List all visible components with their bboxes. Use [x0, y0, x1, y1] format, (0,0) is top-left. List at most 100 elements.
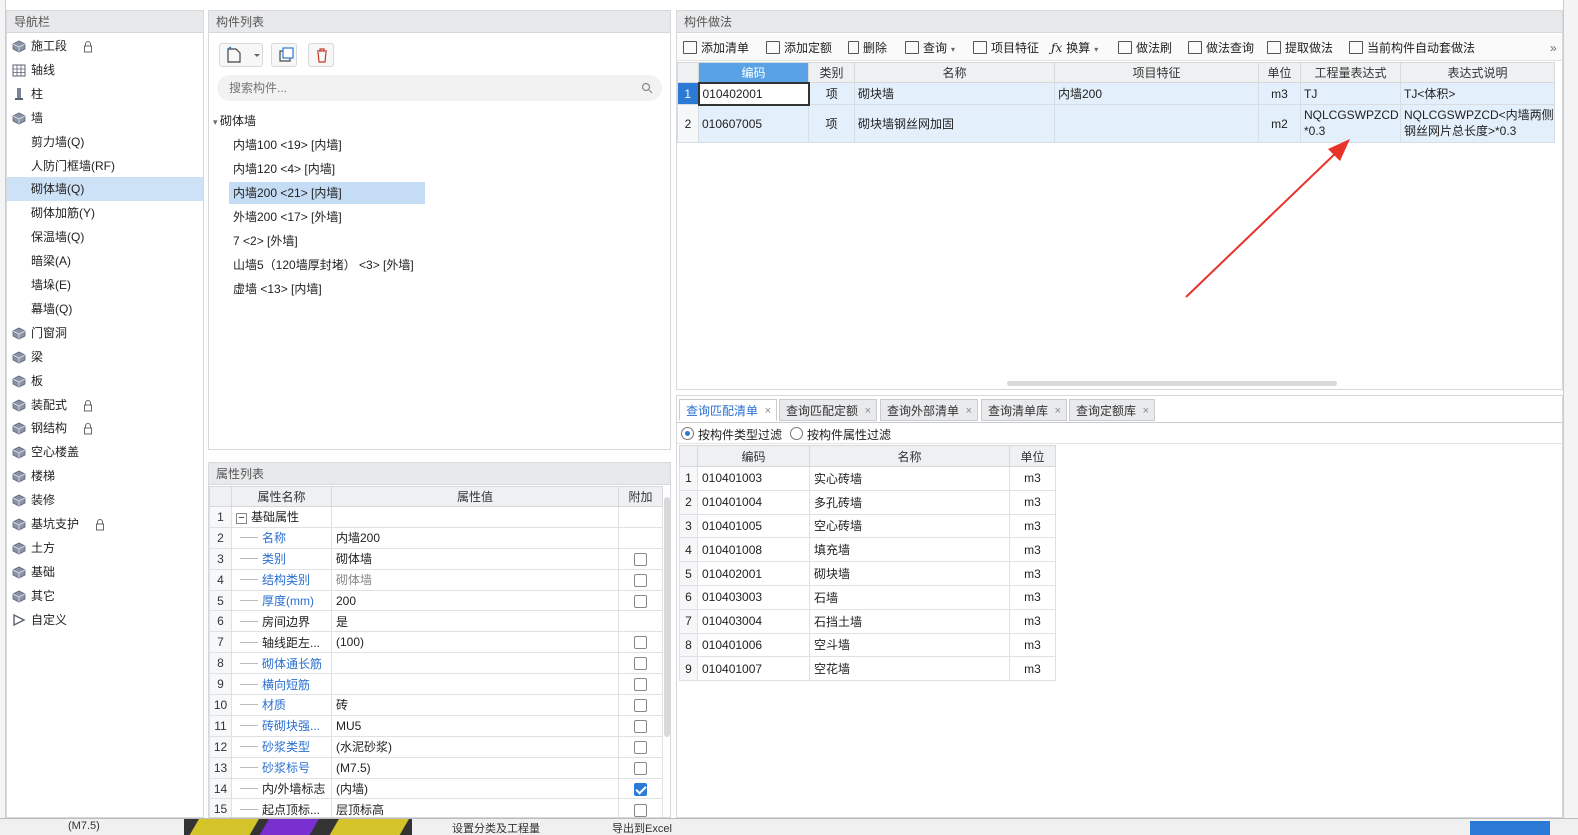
nav-item[interactable]: 施工段	[7, 34, 203, 58]
cell-code[interactable]: 010401005	[697, 513, 810, 539]
query-row[interactable]: 6 010403003 石墙 m3	[679, 584, 1056, 610]
component-item[interactable]: 虚墙 <13> [内墙]	[229, 278, 425, 300]
query-tab[interactable]: 查询定额库 ×	[1069, 399, 1156, 421]
nav-item[interactable]: 钢结构	[7, 416, 203, 440]
extra-checkbox[interactable]	[634, 552, 647, 566]
cell-code[interactable]: 010402001	[697, 81, 810, 106]
property-value[interactable]	[331, 673, 619, 696]
nav-item[interactable]: 土方	[7, 536, 203, 560]
toolbar-button[interactable]: 查询 ▾	[905, 35, 955, 61]
nav-item[interactable]: 楼梯	[7, 464, 203, 488]
nav-item[interactable]: 墙垛(E)	[7, 273, 203, 297]
property-row[interactable]: 2 名称 内墙200	[209, 526, 663, 549]
cell-unit[interactable]: m3	[1258, 82, 1301, 105]
query-row[interactable]: 8 010401006 空斗墙 m3	[679, 632, 1056, 658]
property-row[interactable]: 14 内/外墙标志 (内墙)	[209, 777, 663, 800]
close-icon[interactable]: ×	[865, 400, 871, 422]
cell-code[interactable]: 010401007	[697, 656, 810, 682]
cell-name[interactable]: 砌块墙钢丝网加固	[854, 104, 1055, 143]
nav-item[interactable]: 轴线	[7, 58, 203, 82]
delete-component-button[interactable]	[308, 43, 334, 67]
property-row[interactable]: 10 材质砖	[209, 694, 663, 716]
property-row[interactable]: 9 横向短筋	[209, 673, 663, 696]
toolbar-button[interactable]: ƒx 换算 ▾	[1051, 35, 1098, 61]
property-row[interactable]: 12 砂浆类型 (水泥砂浆)	[209, 735, 663, 758]
toolbar-button[interactable]: 提取做法	[1267, 35, 1333, 61]
cell-code[interactable]: 010401003	[697, 466, 810, 491]
property-value[interactable]: (水泥砂浆)	[331, 735, 619, 758]
nav-item[interactable]: 保温墙(Q)	[7, 225, 203, 249]
toolbar-button[interactable]: 项目特征	[973, 35, 1039, 61]
cell-code[interactable]: 010403004	[697, 608, 810, 634]
cell-unit[interactable]: m3	[1009, 537, 1056, 563]
component-item[interactable]: 山墙5（120墙厚封堵） <3> [外墙]	[229, 254, 425, 276]
extra-checkbox[interactable]	[634, 782, 647, 796]
filter-attr-radio[interactable]	[790, 427, 803, 440]
nav-item[interactable]: 砌体加筋(Y)	[7, 201, 203, 225]
toolbar-button[interactable]: 做法查询	[1188, 35, 1254, 61]
query-tab[interactable]: 查询匹配定额 ×	[779, 399, 878, 422]
property-value[interactable]: 是	[331, 610, 619, 633]
toolbar-button[interactable]: 添加定额	[766, 35, 832, 61]
cell-expression-desc[interactable]: TJ<体积>	[1400, 82, 1555, 105]
property-value[interactable]: 砌体墙	[331, 547, 619, 570]
property-value[interactable]	[331, 506, 619, 528]
cell-code[interactable]: 010402001	[697, 561, 810, 586]
property-row[interactable]: 11 砖砌块强... MU5	[209, 714, 663, 737]
filter-attr-label[interactable]: 按构件属性过滤	[807, 426, 891, 443]
extra-checkbox[interactable]	[634, 678, 647, 692]
cell-expression-desc[interactable]: NQLCGSWPZCD<内墙两侧钢丝网片总长度>*0.3	[1400, 104, 1555, 143]
method-hscrollbar[interactable]	[1007, 381, 1337, 386]
cell-code[interactable]: 010401008	[697, 537, 810, 563]
property-row[interactable]: 5 厚度(mm) 200	[209, 589, 663, 612]
nav-item[interactable]: 空心楼盖	[7, 440, 203, 464]
toolbar-button[interactable]: 删除	[848, 35, 887, 61]
query-tab[interactable]: 查询清单库 ×	[981, 399, 1068, 422]
nav-item[interactable]: 砌体墙(Q)	[7, 177, 203, 202]
col-expression-desc[interactable]: 表达式说明	[1400, 62, 1555, 83]
property-row[interactable]: 7 轴线距左... (100)	[209, 631, 663, 654]
copy-component-button[interactable]	[271, 43, 297, 67]
property-value[interactable]: 200	[331, 589, 619, 612]
cell-unit[interactable]: m3	[1009, 489, 1056, 515]
property-row[interactable]: 13 砂浆标号 (M7.5)	[209, 756, 663, 779]
cell-unit[interactable]: m3	[1009, 584, 1056, 610]
cell-code[interactable]: 010607005	[698, 104, 809, 143]
property-value[interactable]: (M7.5)	[331, 756, 619, 779]
new-component-button[interactable]	[219, 43, 263, 67]
close-icon[interactable]: ×	[966, 400, 972, 422]
property-value[interactable]: 砖	[331, 694, 619, 716]
toolbar-button[interactable]: 添加清单	[683, 35, 749, 61]
query-row[interactable]: 3 010401005 空心砖墙 m3	[679, 513, 1056, 539]
cell-category[interactable]: 项	[808, 104, 855, 143]
nav-item[interactable]: 其它	[7, 584, 203, 608]
cell-name[interactable]: 砌块墙	[854, 82, 1055, 105]
nav-item[interactable]: 墙	[7, 106, 203, 130]
component-item[interactable]: 7 <2> [外墙]	[229, 230, 425, 252]
property-row[interactable]: 1− 基础属性	[209, 506, 663, 528]
cell-feature[interactable]: 内墙200	[1054, 82, 1259, 105]
extra-checkbox[interactable]	[634, 657, 647, 671]
collapse-icon[interactable]: −	[236, 512, 247, 524]
cell-unit[interactable]: m3	[1009, 608, 1056, 634]
extra-checkbox[interactable]	[634, 594, 647, 608]
extra-checkbox[interactable]	[634, 761, 647, 775]
close-icon[interactable]: ×	[765, 400, 771, 422]
cell-name[interactable]: 空花墙	[809, 656, 1010, 682]
close-icon[interactable]: ×	[1055, 400, 1061, 422]
component-search-input[interactable]	[217, 75, 662, 101]
cell-name[interactable]: 石墙	[809, 584, 1010, 610]
nav-item[interactable]: 柱	[7, 82, 203, 106]
cell-category[interactable]: 项	[808, 82, 855, 105]
nav-item[interactable]: 幕墙(Q)	[7, 297, 203, 321]
query-row[interactable]: 5 010402001 砌块墙 m3	[679, 561, 1056, 586]
extra-checkbox[interactable]	[634, 720, 647, 734]
component-item[interactable]: 内墙200 <21> [内墙]	[229, 182, 425, 204]
cell-unit[interactable]: m3	[1009, 656, 1056, 682]
cell-unit[interactable]: m3	[1009, 513, 1056, 539]
cell-name[interactable]: 空心砖墙	[809, 513, 1010, 539]
nav-item[interactable]: 基坑支护	[7, 512, 203, 536]
toolbar-more-icon[interactable]: »	[1550, 35, 1557, 61]
nav-item[interactable]: 暗梁(A)	[7, 249, 203, 273]
col-unit[interactable]: 单位	[1258, 62, 1301, 83]
